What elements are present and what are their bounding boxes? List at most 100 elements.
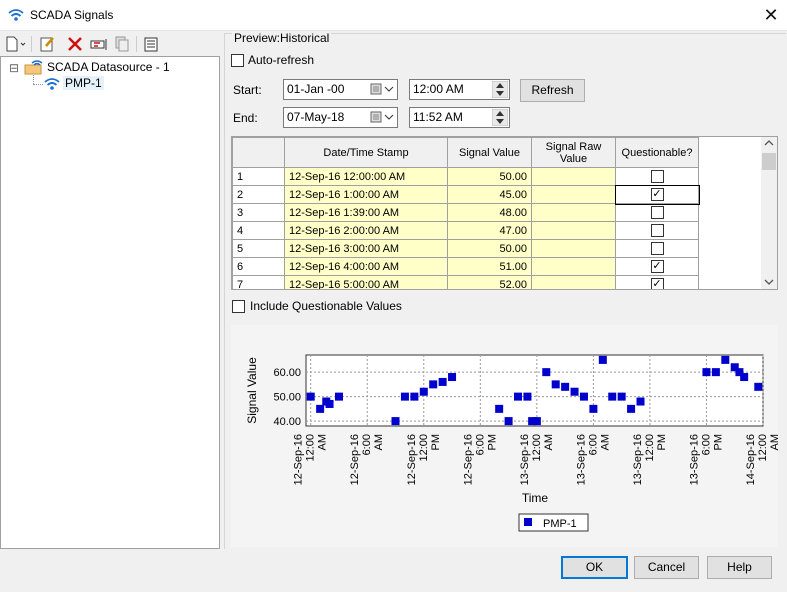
x-tick-label: 6:00 <box>474 434 486 455</box>
questionable-checkbox[interactable] <box>650 224 664 237</box>
row-number-cell[interactable]: 3 <box>232 203 285 222</box>
timestamp-cell[interactable]: 12-Sep-16 1:00:00 AM <box>284 185 448 204</box>
timestamp-cell[interactable]: 12-Sep-16 1:39:00 AM <box>284 203 448 222</box>
raw-value-cell[interactable] <box>531 203 616 222</box>
signal-value-cell[interactable]: 48.00 <box>447 203 532 222</box>
end-time-spinner[interactable]: 11:52 AM <box>409 107 510 128</box>
questionable-checkbox[interactable]: ✓ <box>650 278 664 289</box>
help-button[interactable]: Help <box>707 556 772 579</box>
table-row[interactable]: 2 12-Sep-16 1:00:00 AM 45.00 ✓ <box>232 184 700 205</box>
table-row[interactable]: 6 12-Sep-16 4:00:00 AM 51.00 ✓ <box>232 257 699 276</box>
raw-value-cell[interactable] <box>531 221 616 240</box>
questionable-cell[interactable] <box>615 239 699 258</box>
tree-collapse-toggle[interactable]: ⊟ <box>9 61 19 75</box>
spinner-arrows-icon[interactable] <box>492 109 508 126</box>
signal-value-cell[interactable]: 45.00 <box>447 185 532 204</box>
calendar-dropdown-icon[interactable] <box>369 110 395 125</box>
grid-scrollbar[interactable] <box>761 137 777 289</box>
table-row[interactable]: 3 12-Sep-16 1:39:00 AM 48.00 <box>232 203 699 222</box>
timestamp-cell[interactable]: 12-Sep-16 4:00:00 AM <box>284 257 448 276</box>
rename-icon <box>90 39 107 50</box>
rename-button[interactable] <box>89 35 109 53</box>
refresh-button[interactable]: Refresh <box>520 79 585 102</box>
timestamp-cell[interactable]: 12-Sep-16 3:00:00 AM <box>284 239 448 258</box>
x-tick-label: AM <box>599 434 611 451</box>
data-point <box>325 399 334 408</box>
raw-value-cell[interactable] <box>531 257 616 276</box>
column-header-timestamp[interactable]: Date/Time Stamp <box>284 137 448 168</box>
questionable-checkbox[interactable]: ✓ <box>650 188 664 201</box>
questionable-cell[interactable]: ✓ <box>615 275 699 289</box>
start-time-spinner[interactable]: 12:00 AM <box>409 79 510 100</box>
signal-value-cell[interactable]: 50.00 <box>447 239 532 258</box>
raw-value-cell[interactable] <box>531 275 616 289</box>
questionable-checkbox[interactable] <box>650 242 664 255</box>
copy-button[interactable] <box>113 35 131 53</box>
timestamp-cell[interactable]: 12-Sep-16 2:00:00 AM <box>284 221 448 240</box>
end-date-picker[interactable]: 07-May-18 <box>283 107 398 128</box>
timestamp-cell[interactable]: 12-Sep-16 5:00:00 AM <box>284 275 448 289</box>
x-tick-label: 6:00 <box>361 434 373 455</box>
toolbar-separator <box>136 36 137 52</box>
column-header-raw-value[interactable]: Signal Raw Value <box>531 137 616 168</box>
x-tick-label: 6:00 <box>587 434 599 455</box>
tree-item-pmp-1[interactable]: PMP-1 <box>63 76 104 90</box>
edit-button[interactable] <box>38 35 56 53</box>
row-number-cell[interactable]: 6 <box>232 257 285 276</box>
questionable-cell[interactable] <box>615 167 699 186</box>
raw-value-cell[interactable] <box>531 239 616 258</box>
signal-data-grid[interactable]: Date/Time Stamp Signal Value Signal Raw … <box>231 136 778 290</box>
signal-value-cell[interactable]: 50.00 <box>447 167 532 186</box>
spinner-arrows-icon[interactable] <box>492 81 508 98</box>
data-point <box>429 380 438 389</box>
x-tick-label: PM <box>656 434 668 451</box>
calendar-dropdown-icon[interactable] <box>369 82 395 97</box>
column-header-signal-value[interactable]: Signal Value <box>447 137 532 168</box>
cancel-button[interactable]: Cancel <box>634 556 699 579</box>
data-point <box>316 404 325 413</box>
properties-button[interactable] <box>142 35 160 53</box>
new-button[interactable] <box>4 35 26 53</box>
questionable-checkbox[interactable]: ✓ <box>650 260 664 273</box>
tree-item-datasource[interactable]: SCADA Datasource - 1 <box>47 60 170 74</box>
row-number-cell[interactable]: 7 <box>232 275 285 289</box>
raw-value-cell[interactable] <box>531 167 616 186</box>
column-header-questionable[interactable]: Questionable? <box>615 137 699 168</box>
close-button[interactable]: ✕ <box>758 2 784 28</box>
questionable-cell[interactable] <box>615 203 699 222</box>
row-number-cell[interactable]: 1 <box>232 167 285 186</box>
table-row[interactable]: 5 12-Sep-16 3:00:00 AM 50.00 <box>232 239 699 258</box>
table-row[interactable]: 1 12-Sep-16 12:00:00 AM 50.00 <box>232 167 699 186</box>
data-point <box>419 387 428 396</box>
questionable-cell[interactable] <box>615 221 699 240</box>
delete-button[interactable] <box>66 35 84 53</box>
include-questionable-label: Include Questionable Values <box>250 299 402 313</box>
questionable-cell[interactable]: ✓ <box>615 257 699 276</box>
x-tick-label: 12:00 <box>418 434 430 462</box>
start-date-picker[interactable]: 01-Jan -00 <box>283 79 398 100</box>
signal-value-cell[interactable]: 52.00 <box>447 275 532 289</box>
column-header-rownum[interactable] <box>232 137 285 168</box>
end-date-value: 07-May-18 <box>287 110 345 124</box>
raw-value-cell[interactable] <box>531 185 616 204</box>
scrollbar-thumb[interactable] <box>762 153 776 170</box>
auto-refresh-checkbox[interactable] <box>231 54 244 67</box>
signal-value-cell[interactable]: 47.00 <box>447 221 532 240</box>
scroll-up-icon[interactable] <box>764 139 774 147</box>
include-questionable-checkbox[interactable] <box>232 300 245 313</box>
signal-value-cell[interactable]: 51.00 <box>447 257 532 276</box>
table-row[interactable]: 4 12-Sep-16 2:00:00 AM 47.00 <box>232 221 699 240</box>
table-row[interactable]: 7 12-Sep-16 5:00:00 AM 52.00 ✓ <box>232 275 699 289</box>
x-axis-label: Time <box>522 491 549 505</box>
ok-button[interactable]: OK <box>561 556 628 579</box>
datasource-tree[interactable]: ⊟ SCADA Datasource - 1 PMP-1 <box>0 56 220 549</box>
x-tick-label: AM <box>373 434 385 451</box>
timestamp-cell[interactable]: 12-Sep-16 12:00:00 AM <box>284 167 448 186</box>
questionable-checkbox[interactable] <box>650 206 664 219</box>
scroll-down-icon[interactable] <box>764 278 774 286</box>
questionable-checkbox[interactable] <box>650 170 664 183</box>
row-number-cell[interactable]: 2 <box>232 185 285 204</box>
row-number-cell[interactable]: 5 <box>232 239 285 258</box>
row-number-cell[interactable]: 4 <box>232 221 285 240</box>
questionable-cell[interactable]: ✓ <box>614 184 700 205</box>
